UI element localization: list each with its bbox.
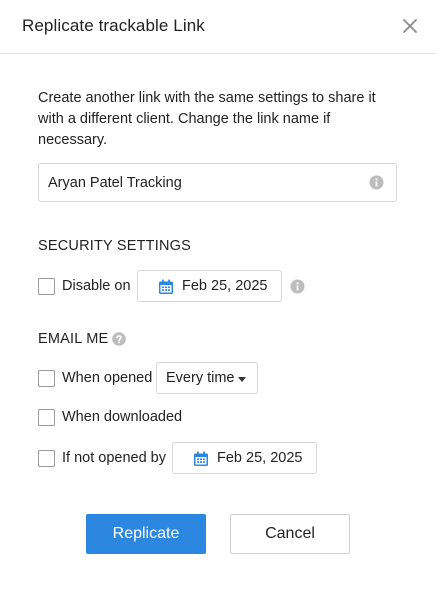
when-downloaded-checkbox[interactable] <box>38 409 55 426</box>
when-opened-checkbox[interactable] <box>38 370 55 387</box>
replicate-button[interactable]: Replicate <box>86 514 206 554</box>
calendar-icon <box>158 279 174 295</box>
if-not-opened-date: Feb 25, 2025 <box>217 450 303 466</box>
if-not-opened-label: If not opened by <box>62 450 166 466</box>
calendar-icon <box>193 451 209 467</box>
frequency-value: Every time <box>166 370 235 386</box>
email-me-heading: EMAIL ME <box>38 331 109 347</box>
disable-on-date: Feb 25, 2025 <box>182 278 268 294</box>
close-icon[interactable] <box>400 16 420 36</box>
frequency-select[interactable]: Every time <box>156 362 258 394</box>
dialog-description: Create another link with the same settin… <box>38 90 376 148</box>
when-opened-label: When opened <box>62 370 153 386</box>
info-icon <box>369 175 384 190</box>
if-not-opened-checkbox[interactable] <box>38 450 55 467</box>
disable-on-checkbox[interactable] <box>38 278 55 295</box>
disable-on-date-picker[interactable]: Feb 25, 2025 <box>137 270 282 302</box>
caret-down-icon <box>238 377 246 382</box>
help-icon[interactable] <box>112 332 126 346</box>
when-downloaded-label: When downloaded <box>62 409 183 425</box>
security-settings-heading: SECURITY SETTINGS <box>38 238 191 254</box>
dialog-title: Replicate trackable Link <box>22 16 205 35</box>
link-name-field <box>38 163 397 202</box>
dialog-header: Replicate trackable Link <box>0 0 436 54</box>
cancel-button[interactable]: Cancel <box>230 514 350 554</box>
if-not-opened-date-picker[interactable]: Feb 25, 2025 <box>172 442 317 474</box>
disable-on-label: Disable on <box>62 278 131 294</box>
link-name-input[interactable] <box>39 164 359 201</box>
replicate-link-dialog: Replicate trackable Link Create another … <box>0 0 436 592</box>
info-icon <box>290 279 305 294</box>
